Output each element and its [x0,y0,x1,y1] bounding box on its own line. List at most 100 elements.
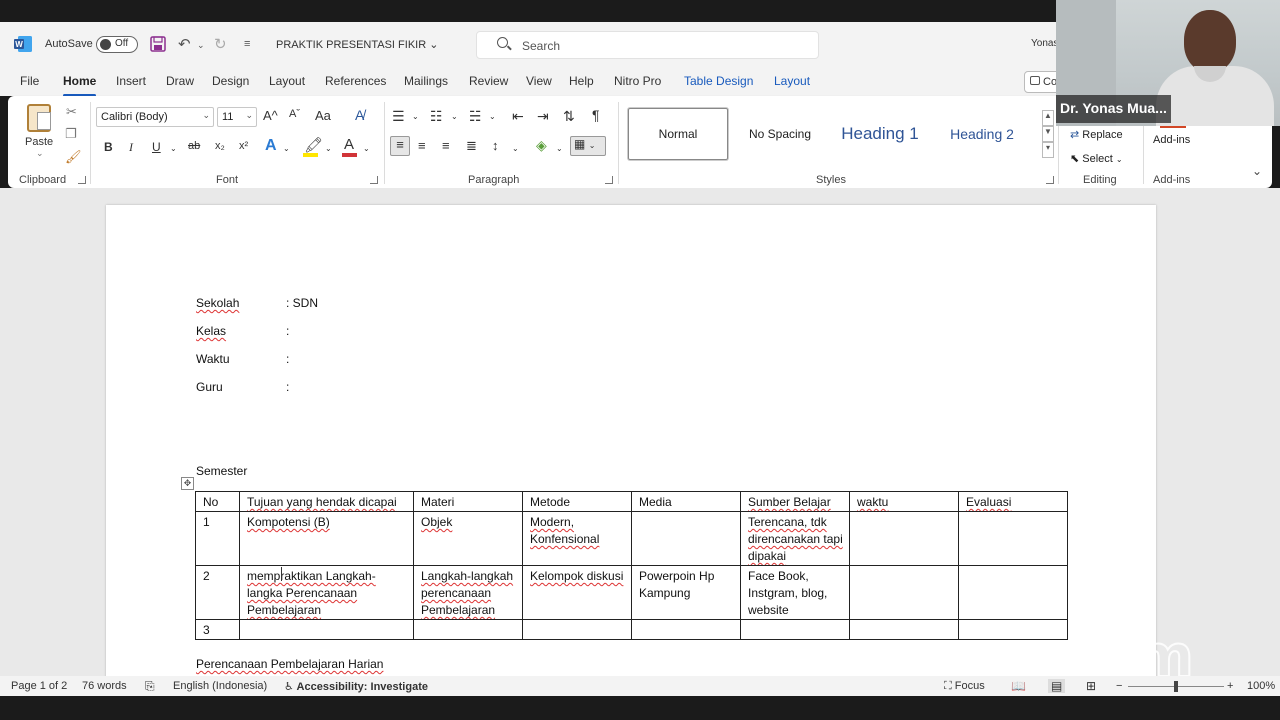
paste-icon[interactable] [27,104,51,132]
highlight-dropdown-icon[interactable]: ⌄ [325,144,332,153]
styles-more-icon[interactable]: ▾ [1042,142,1054,158]
tab-insert[interactable]: Insert [116,74,146,88]
web-layout-icon[interactable]: ⊞ [1086,679,1096,693]
user-name[interactable]: Yonas [1031,38,1058,49]
align-left-icon[interactable]: ≡ [390,136,410,156]
text-effects-icon[interactable]: A [265,137,277,155]
replace-button[interactable]: ⇄ Replace [1070,128,1123,141]
zoom-slider-thumb[interactable] [1174,681,1178,692]
table-cell[interactable] [849,619,959,640]
font-color-dropdown-icon[interactable]: ⌄ [363,144,370,153]
superscript-button[interactable]: x² [239,140,248,152]
table-cell[interactable]: Kelompok diskusi [522,565,632,620]
bullets-icon[interactable]: ☰ [392,108,405,125]
table-cell[interactable] [631,619,741,640]
table-cell[interactable]: 2 [195,565,240,620]
decrease-indent-icon[interactable]: ⇤ [512,108,524,125]
tab-table-design[interactable]: Table Design [684,74,753,88]
style-normal[interactable]: Normal [628,108,728,160]
header-cell[interactable]: No [195,491,240,512]
italic-button[interactable]: I [129,140,133,155]
align-center-icon[interactable]: ≡ [418,138,426,153]
numbering-dropdown-icon[interactable]: ⌄ [451,112,458,121]
proofing-icon[interactable]: ⎘ [145,679,155,694]
tab-layout[interactable]: Layout [269,74,305,88]
table-cell[interactable]: 3 [195,619,240,640]
table-cell[interactable] [239,619,414,640]
style-heading-2[interactable]: Heading 2 [936,108,1028,160]
table-cell[interactable]: Langkah-langkah perencanaan Pembelajaran [413,565,523,620]
increase-indent-icon[interactable]: ⇥ [537,108,549,125]
borders-button[interactable]: ▦ ⌄ [570,136,606,156]
text-effects-dropdown-icon[interactable]: ⌄ [283,144,290,153]
language-status[interactable]: English (Indonesia) [173,680,267,692]
tab-references[interactable]: References [325,74,386,88]
lesson-plan-table[interactable]: No Tujuan yang hendak dicapai Materi Met… [195,491,1068,640]
zoom-in-button[interactable]: + [1227,680,1233,692]
tab-help[interactable]: Help [569,74,594,88]
tab-home[interactable]: Home [63,74,97,97]
paste-dropdown-icon[interactable]: ⌄ [36,148,44,159]
undo-dropdown-icon[interactable]: ⌄ [197,40,205,51]
subscript-button[interactable]: x₂ [215,140,225,152]
strikethrough-button[interactable]: ab [188,140,200,152]
bullets-dropdown-icon[interactable]: ⌄ [412,112,419,121]
table-cell[interactable] [631,511,741,566]
tab-design[interactable]: Design [212,74,249,88]
highlight-icon[interactable]: 🖍 [304,136,323,154]
table-cell[interactable]: Terencana, tdk direncanakan tapi dipakai [740,511,850,566]
table-move-handle-icon[interactable]: ✥ [181,477,194,490]
read-mode-icon[interactable]: 📖 [1011,679,1026,693]
justify-icon[interactable]: ≣ [466,138,477,154]
align-right-icon[interactable]: ≡ [442,138,450,153]
multilevel-list-icon[interactable]: ☵ [469,108,482,125]
header-cell[interactable]: Materi [413,491,523,512]
header-cell[interactable]: Evaluasi [958,491,1068,512]
header-cell[interactable]: waktu [849,491,959,512]
styles-scroll-up-icon[interactable]: ▲ [1042,110,1054,126]
styles-launcher-icon[interactable] [1046,176,1054,184]
font-color-icon[interactable]: A [344,136,354,153]
focus-button[interactable]: ⛶ Focus [944,680,985,693]
save-icon[interactable] [150,36,166,52]
collapse-ribbon-icon[interactable]: ⌄ [1252,164,1262,178]
tab-mailings[interactable]: Mailings [404,74,448,88]
table-cell[interactable]: Kompotensi (B) [239,511,414,566]
document-title[interactable]: PRAKTIK PRESENTASI FIKIR ⌄ [276,38,438,51]
cut-icon[interactable]: ✂ [66,104,77,120]
table-cell[interactable] [522,619,632,640]
sort-icon[interactable]: ⇅ [563,108,575,125]
print-layout-icon[interactable]: ▤ [1048,679,1066,693]
table-cell[interactable]: mempraktikan Langkah-langka Perencanaan … [239,565,414,620]
style-no-spacing[interactable]: No Spacing [732,108,828,160]
search-box[interactable]: Search [476,31,819,59]
clipboard-launcher-icon[interactable] [78,176,86,184]
table-cell[interactable] [413,619,523,640]
clear-formatting-icon[interactable]: A̸ [355,107,364,123]
shrink-font-icon[interactable]: Aˇ [289,108,300,120]
undo-icon[interactable]: ↶ [178,35,191,53]
tab-view[interactable]: View [526,74,552,88]
font-launcher-icon[interactable] [370,176,378,184]
paste-button[interactable]: Paste [25,136,53,148]
line-spacing-icon[interactable]: ↕ [492,138,499,153]
table-cell[interactable] [740,619,850,640]
autosave-toggle[interactable]: Off [96,36,138,53]
show-marks-icon[interactable]: ¶ [592,107,600,123]
table-cell[interactable] [958,511,1068,566]
tab-draw[interactable]: Draw [166,74,194,88]
numbering-icon[interactable]: ☷ [430,108,443,125]
table-cell[interactable]: 1 [195,511,240,566]
tab-review[interactable]: Review [469,74,508,88]
change-case-icon[interactable]: Aa [315,108,331,123]
bold-button[interactable]: B [104,140,113,154]
page-count[interactable]: Page 1 of 2 [11,680,67,692]
table-cell[interactable] [958,565,1068,620]
header-cell[interactable]: Media [631,491,741,512]
underline-button[interactable]: U [152,140,161,154]
add-ins-button[interactable]: Add-ins [1153,134,1190,146]
line-spacing-dropdown-icon[interactable]: ⌄ [512,144,519,153]
zoom-level[interactable]: 100% [1247,680,1275,692]
table-cell[interactable]: Face Book, Instgram, blog, website [740,565,850,620]
copy-icon[interactable]: ❐ [65,126,77,142]
